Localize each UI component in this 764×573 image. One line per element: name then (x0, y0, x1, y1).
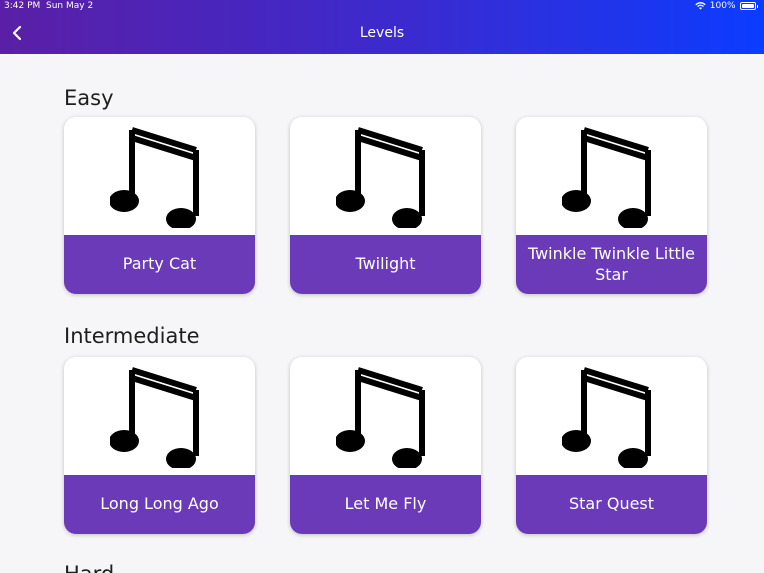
status-bar: 3:42 PM Sun May 2 100% (0, 0, 764, 13)
wifi-icon (695, 2, 706, 10)
level-card-let-me-fly[interactable]: Let Me Fly (290, 357, 481, 534)
music-note-icon (561, 367, 651, 468)
status-right: 100% (695, 1, 758, 11)
section-title-intermediate: Intermediate (64, 324, 200, 348)
music-note-icon (335, 127, 425, 228)
level-card-twilight[interactable]: Twilight (290, 117, 481, 294)
level-label: Twilight (290, 235, 481, 294)
status-date: Sun May 2 (46, 1, 94, 11)
card-icon-area (290, 117, 481, 235)
card-icon-area (290, 357, 481, 475)
music-note-icon (109, 367, 199, 468)
section-title-easy: Easy (64, 86, 114, 110)
music-note-icon (335, 367, 425, 468)
level-label: Twinkle Twinkle Little Star (516, 235, 707, 294)
music-note-icon (561, 127, 651, 228)
battery-percent: 100% (709, 1, 736, 11)
level-card-long-long-ago[interactable]: Long Long Ago (64, 357, 255, 534)
level-label: Long Long Ago (64, 475, 255, 534)
status-time: 3:42 PM (4, 1, 41, 11)
card-icon-area (516, 357, 707, 475)
level-card-twinkle-twinkle-little-star[interactable]: Twinkle Twinkle Little Star (516, 117, 707, 294)
page-title: Levels (359, 25, 405, 41)
level-label: Let Me Fly (290, 475, 481, 534)
section-title-hard: Hard (64, 562, 114, 573)
level-card-party-cat[interactable]: Party Cat (64, 117, 255, 294)
music-note-icon (109, 127, 199, 228)
battery-icon (739, 2, 756, 10)
level-card-star-quest[interactable]: Star Quest (516, 357, 707, 534)
level-label: Star Quest (516, 475, 707, 534)
battery-tip (756, 4, 758, 8)
level-label: Party Cat (64, 235, 255, 294)
navigation-bar: 3:42 PM Sun May 2 100% Levels (0, 0, 764, 54)
card-icon-area (64, 117, 255, 235)
card-icon-area (516, 117, 707, 235)
card-icon-area (64, 357, 255, 475)
